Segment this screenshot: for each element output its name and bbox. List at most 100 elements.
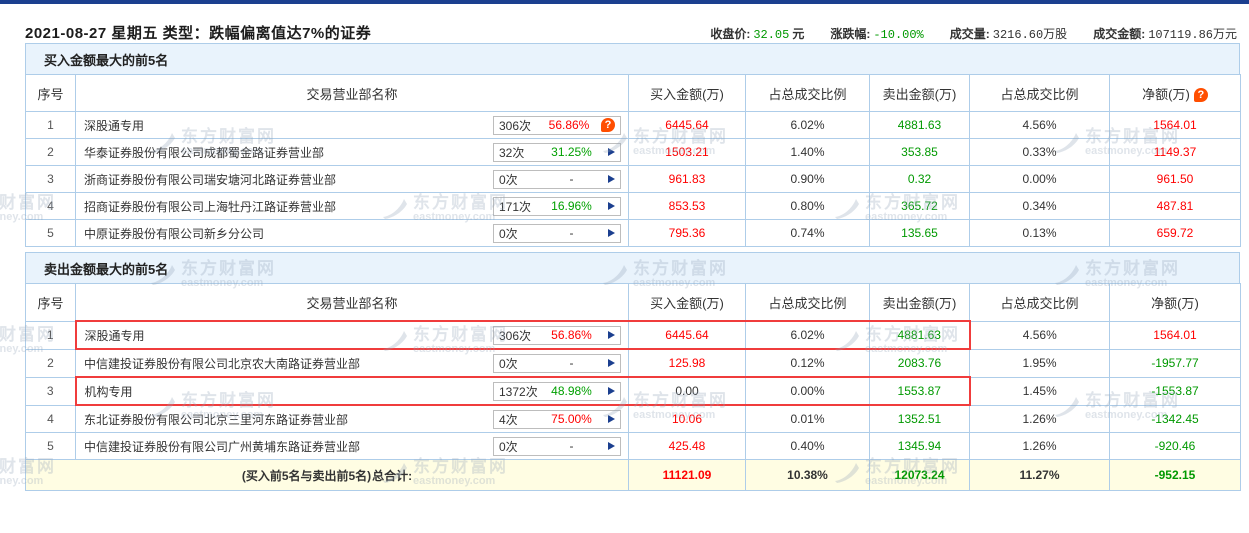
close-price-label: 收盘价:	[710, 27, 750, 41]
badge-count: 0次	[499, 171, 541, 188]
column-header-label: 占总成交比例	[1000, 296, 1078, 311]
net-amount-cell: -1342.45	[1110, 405, 1241, 433]
expand-arrow-icon[interactable]	[608, 415, 615, 423]
volume-label: 成交量:	[950, 27, 990, 41]
expand-arrow-icon[interactable]	[608, 202, 615, 210]
badge-count: 171次	[499, 198, 541, 215]
badge-count: 0次	[499, 438, 541, 455]
change-pct-stat: 涨跌幅:-10.00%	[830, 25, 923, 42]
column-header: 占总成交比例	[970, 75, 1110, 112]
buy-ratio-cell: 0.80%	[746, 193, 870, 220]
sell-ratio-cell: 0.00%	[970, 166, 1110, 193]
column-header-label: 卖出金额(万)	[883, 87, 957, 102]
trade-detail-badge[interactable]: 0次-	[493, 224, 621, 243]
expand-arrow-icon[interactable]	[608, 229, 615, 237]
trade-detail-badge[interactable]: 4次75.00%	[493, 410, 621, 429]
column-header: 卖出金额(万)	[870, 284, 970, 322]
table-1-header-row: 序号交易营业部名称买入金额(万)占总成交比例卖出金额(万)占总成交比例净额(万)	[26, 284, 1241, 322]
trade-detail-badge[interactable]: 1372次48.98%	[493, 382, 621, 401]
sell-ratio-cell: 0.33%	[970, 139, 1110, 166]
lhb-detail-page: 2021-08-27 星期五 类型：跌幅偏离值达7%的证券 收盘价:32.05元…	[0, 0, 1249, 533]
column-header-label: 交易营业部名称	[306, 87, 397, 102]
branch-name[interactable]: 招商证券股份有限公司上海牡丹江路证券营业部	[84, 198, 336, 215]
sell-top5-section: 卖出金额最大的前5名 序号交易营业部名称买入金额(万)占总成交比例卖出金额(万)…	[25, 252, 1240, 491]
sell-ratio-cell: 4.56%	[970, 112, 1110, 139]
row-index: 1	[26, 112, 76, 139]
expand-arrow-icon[interactable]	[608, 442, 615, 450]
sell-ratio-cell: 1.45%	[970, 377, 1110, 405]
expand-arrow-icon[interactable]	[608, 175, 615, 183]
help-icon[interactable]: ?	[601, 118, 615, 132]
sell-ratio-cell: 1.26%	[970, 405, 1110, 433]
column-header-label: 卖出金额(万)	[883, 296, 957, 311]
sell-amount-cell: 4881.63	[870, 112, 970, 139]
sell-amount-cell: 135.65	[870, 220, 970, 247]
branch-name[interactable]: 机构专用	[85, 383, 133, 400]
total-sell-amount: 12073.24	[870, 460, 970, 491]
sell-top5-table: 序号交易营业部名称买入金额(万)占总成交比例卖出金额(万)占总成交比例净额(万)…	[25, 283, 1241, 491]
close-price-unit: 元	[792, 27, 804, 41]
column-header-label: 买入金额(万)	[650, 87, 724, 102]
sell-ratio-cell: 0.13%	[970, 220, 1110, 247]
trade-detail-badge[interactable]: 306次56.86%?	[493, 116, 621, 135]
table-row: 2华泰证券股份有限公司成都蜀金路证券营业部32次31.25%1503.211.4…	[26, 139, 1241, 166]
table-0-header-row: 序号交易营业部名称买入金额(万)占总成交比例卖出金额(万)占总成交比例净额(万)…	[26, 75, 1241, 112]
buy-amount-cell: 425.48	[629, 433, 746, 460]
sell-amount-cell: 1345.94	[870, 433, 970, 460]
trade-detail-badge[interactable]: 32次31.25%	[493, 143, 621, 162]
column-header: 占总成交比例	[746, 284, 870, 322]
trade-detail-badge[interactable]: 171次16.96%	[493, 197, 621, 216]
table-row: 1深股通专用306次56.86%6445.646.02%4881.634.56%…	[26, 321, 1241, 349]
column-header-label: 序号	[37, 87, 63, 102]
expand-arrow-icon[interactable]	[608, 387, 615, 395]
sell-amount-cell: 365.72	[870, 193, 970, 220]
branch-name[interactable]: 东北证券股份有限公司北京三里河东路证券营业部	[84, 411, 348, 428]
branch-name[interactable]: 华泰证券股份有限公司成都蜀金路证券营业部	[84, 144, 324, 161]
volume-stat: 成交量:3216.60万股	[950, 25, 1067, 42]
total-label-cell: (买入前5名与卖出前5名)总合计:	[26, 460, 629, 491]
trade-detail-badge[interactable]: 0次-	[493, 437, 621, 456]
branch-name-cell: 浙商证券股份有限公司瑞安塘河北路证券营业部 0次-	[76, 166, 629, 193]
row-index: 4	[26, 193, 76, 220]
column-header: 占总成交比例	[746, 75, 870, 112]
net-amount-cell: -1553.87	[1110, 377, 1241, 405]
trade-detail-badge[interactable]: 306次56.86%	[493, 326, 621, 345]
branch-name[interactable]: 深股通专用	[85, 327, 145, 344]
turnover-value: 107119.86万元	[1148, 28, 1237, 42]
expand-arrow-icon[interactable]	[608, 331, 615, 339]
net-amount-cell: 1564.01	[1110, 112, 1241, 139]
buy-amount-cell: 10.06	[629, 405, 746, 433]
branch-name[interactable]: 中信建投证券股份有限公司广州黄埔东路证券营业部	[84, 438, 360, 455]
trade-detail-badge[interactable]: 0次-	[493, 354, 621, 373]
trade-detail-badge[interactable]: 0次-	[493, 170, 621, 189]
branch-name[interactable]: 浙商证券股份有限公司瑞安塘河北路证券营业部	[84, 171, 336, 188]
row-index: 2	[26, 139, 76, 166]
table-row: 3机构专用1372次48.98%0.000.00%1553.871.45%-15…	[26, 377, 1241, 405]
buy-top5-table: 序号交易营业部名称买入金额(万)占总成交比例卖出金额(万)占总成交比例净额(万)…	[25, 74, 1241, 247]
close-price-stat: 收盘价:32.05元	[710, 25, 804, 42]
column-header: 序号	[26, 284, 76, 322]
buy-top5-section: 买入金额最大的前5名 序号交易营业部名称买入金额(万)占总成交比例卖出金额(万)…	[25, 43, 1240, 247]
buy-ratio-cell: 1.40%	[746, 139, 870, 166]
expand-arrow-icon[interactable]	[608, 359, 615, 367]
column-header: 净额(万)?	[1110, 75, 1241, 112]
help-icon[interactable]: ?	[1194, 88, 1208, 102]
badge-percent: 31.25%	[541, 145, 602, 159]
branch-name[interactable]: 中原证券股份有限公司新乡分公司	[84, 225, 264, 242]
branch-name-cell: 华泰证券股份有限公司成都蜀金路证券营业部 32次31.25%	[76, 139, 629, 166]
badge-percent: -	[541, 356, 602, 370]
net-amount-cell: 487.81	[1110, 193, 1241, 220]
column-header-label: 交易营业部名称	[306, 296, 397, 311]
branch-name[interactable]: 深股通专用	[84, 117, 144, 134]
change-pct-value: -10.00%	[873, 28, 923, 42]
page-header: 2021-08-27 星期五 类型：跌幅偏离值达7%的证券 收盘价:32.05元…	[0, 0, 1249, 43]
buy-ratio-cell: 6.02%	[746, 321, 870, 349]
buy-amount-cell: 961.83	[629, 166, 746, 193]
expand-arrow-icon[interactable]	[608, 148, 615, 156]
branch-name[interactable]: 中信建投证券股份有限公司北京农大南路证券营业部	[84, 355, 360, 372]
summary-stats: 收盘价:32.05元 涨跌幅:-10.00% 成交量:3216.60万股 成交金…	[710, 25, 1237, 42]
buy-ratio-cell: 0.74%	[746, 220, 870, 247]
column-header-label: 占总成交比例	[768, 296, 846, 311]
close-price-value: 32.05	[753, 28, 789, 42]
buy-amount-cell: 0.00	[629, 377, 746, 405]
